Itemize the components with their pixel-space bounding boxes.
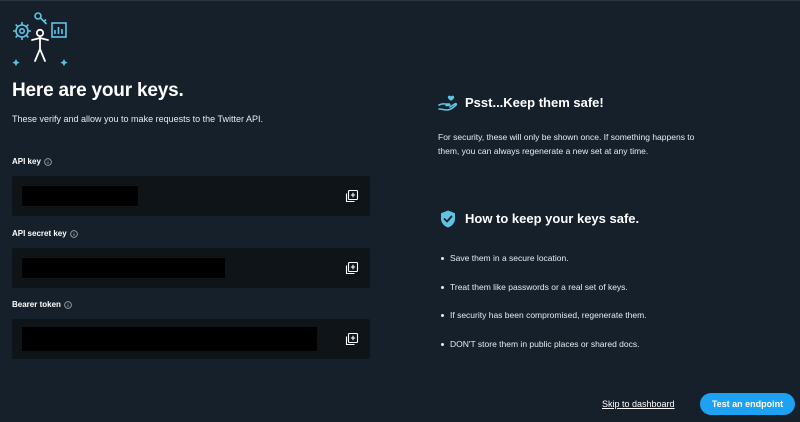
how-to-title: How to keep your keys safe. bbox=[465, 211, 640, 226]
api-secret-key-label-text: API secret key bbox=[12, 229, 67, 238]
copy-icon[interactable] bbox=[344, 188, 360, 204]
hand-heart-icon bbox=[438, 95, 458, 111]
skip-to-dashboard-link[interactable]: Skip to dashboard bbox=[602, 399, 675, 409]
bearer-token-field bbox=[12, 319, 370, 359]
api-secret-key-label: API secret key bbox=[12, 229, 78, 238]
keep-safe-title: Psst...Keep them safe! bbox=[465, 95, 604, 110]
api-key-field bbox=[12, 176, 370, 216]
api-key-label: API key bbox=[12, 157, 52, 166]
bearer-token-label: Bearer token bbox=[12, 300, 72, 309]
bullet-icon bbox=[441, 314, 444, 317]
list-item: DON'T store them in public places or sha… bbox=[440, 339, 647, 368]
list-item: If security has been compromised, regene… bbox=[440, 310, 647, 339]
copy-icon[interactable] bbox=[344, 331, 360, 347]
tips-list: Save them in a secure location. Treat th… bbox=[440, 253, 647, 367]
tip-text: Save them in a secure location. bbox=[450, 253, 569, 263]
tip-text: If security has been compromised, regene… bbox=[450, 310, 647, 320]
bearer-token-value-redacted bbox=[22, 327, 317, 351]
api-key-value-redacted bbox=[22, 186, 138, 206]
page-subtitle: These verify and allow you to make reque… bbox=[12, 114, 263, 124]
api-secret-key-field bbox=[12, 248, 370, 288]
shield-check-icon bbox=[441, 210, 455, 228]
test-endpoint-button[interactable]: Test an endpoint bbox=[700, 393, 795, 415]
list-item: Treat them like passwords or a real set … bbox=[440, 282, 647, 311]
page-title: Here are your keys. bbox=[12, 80, 184, 101]
copy-icon[interactable] bbox=[344, 260, 360, 276]
list-item: Save them in a secure location. bbox=[440, 253, 647, 282]
bullet-icon bbox=[441, 342, 444, 346]
developer-illustration-icon bbox=[12, 12, 68, 67]
bullet-icon bbox=[441, 257, 444, 260]
tip-text: Treat them like passwords or a real set … bbox=[450, 281, 628, 292]
tip-text: DON'T store them in public places or sha… bbox=[450, 338, 640, 349]
api-key-label-text: API key bbox=[12, 157, 41, 166]
api-secret-key-value-redacted bbox=[22, 258, 225, 278]
bullet-icon bbox=[441, 285, 444, 289]
keep-safe-text: For security, these will only be shown o… bbox=[438, 132, 695, 156]
info-icon[interactable] bbox=[69, 229, 78, 238]
keys-page: Here are your keys. These verify and all… bbox=[0, 0, 800, 422]
info-icon[interactable] bbox=[64, 300, 72, 309]
bearer-token-label-text: Bearer token bbox=[12, 300, 61, 309]
info-icon[interactable] bbox=[44, 157, 52, 166]
